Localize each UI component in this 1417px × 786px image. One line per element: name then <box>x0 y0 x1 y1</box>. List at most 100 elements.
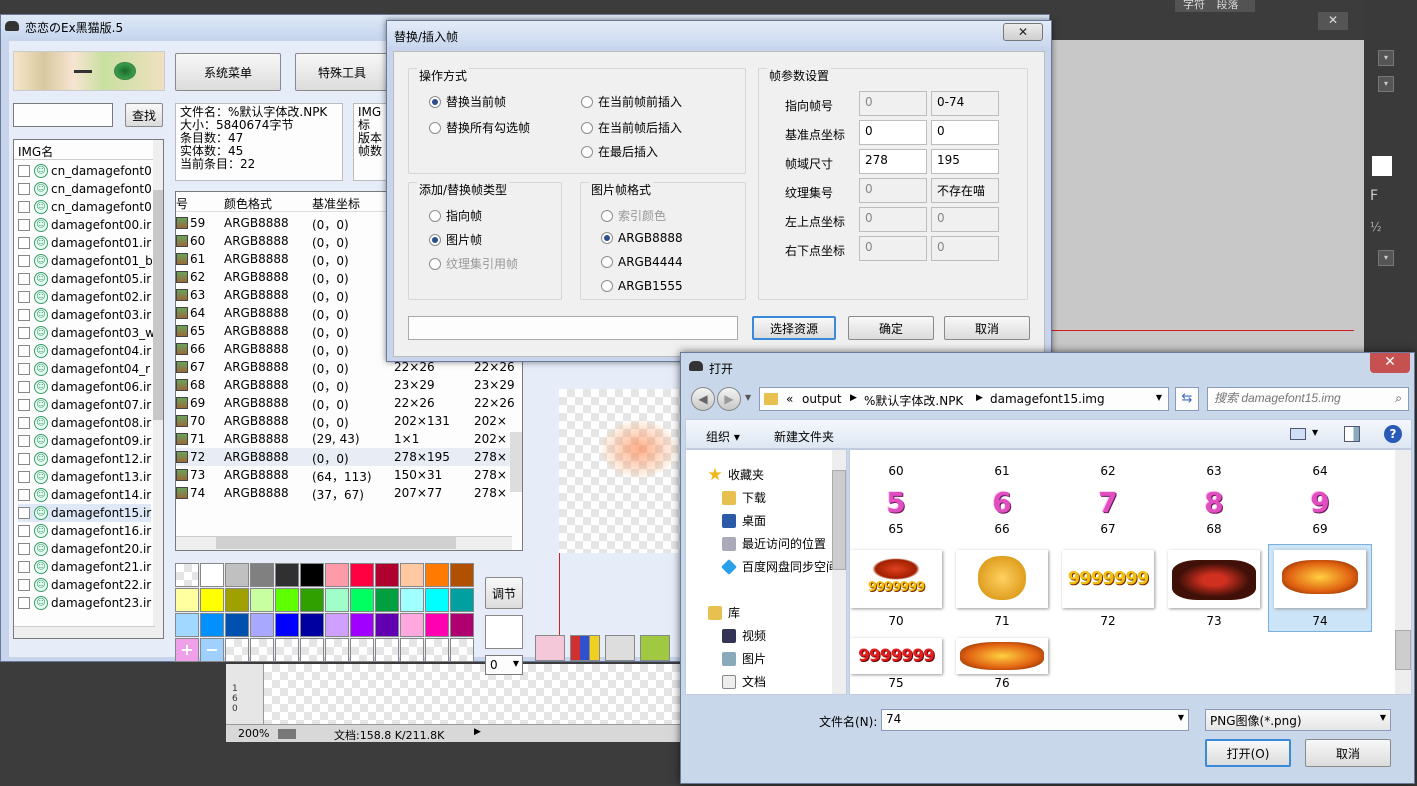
img-list-item[interactable]: ☺ damagefont07.ir <box>18 396 151 414</box>
checkbox[interactable] <box>18 183 30 195</box>
img-list-item[interactable]: ☺ damagefont04_r <box>18 360 150 378</box>
checkbox[interactable] <box>18 399 30 411</box>
checkbox[interactable] <box>18 345 30 357</box>
filename-chevron-icon[interactable]: ▼ <box>1178 713 1184 722</box>
checkbox[interactable] <box>18 453 30 465</box>
nav-favorites[interactable]: 收藏夹 <box>708 466 764 483</box>
checkbox[interactable] <box>18 543 30 555</box>
checkbox[interactable] <box>18 309 30 321</box>
digit-thumbnail[interactable]: 9 <box>1307 486 1333 520</box>
img-list-item[interactable]: ☺ damagefont09.ir <box>18 432 151 450</box>
palette-swatch[interactable] <box>325 613 349 637</box>
crumb-img[interactable]: damagefont15.img <box>990 392 1105 406</box>
checkbox[interactable] <box>18 597 30 609</box>
img-list-item[interactable]: ☺ damagefont01.ir <box>18 234 151 252</box>
filetype-select[interactable]: PNG图像(*.png) ▼ <box>1205 709 1391 731</box>
nav-documents[interactable]: 文档 <box>722 673 766 690</box>
nav-library[interactable]: 库 <box>708 604 740 621</box>
frame-hscroll[interactable] <box>176 536 512 550</box>
img-list-item[interactable]: ☺ damagefont03.ir <box>18 306 151 324</box>
checkbox[interactable] <box>18 237 30 249</box>
palette-swatch[interactable] <box>250 613 274 637</box>
checkbox[interactable] <box>18 201 30 213</box>
palette-empty-swatch[interactable] <box>425 638 449 662</box>
checkbox[interactable] <box>18 273 30 285</box>
frame-row[interactable]: 69 ARGB8888 (0，0) 22×26 22×26 <box>176 394 521 412</box>
img-list-item[interactable]: ☺ damagefont04.ir <box>18 342 151 360</box>
img-list-item[interactable]: ☺ damagefont16.ir <box>18 522 151 540</box>
ps-dropdown-2[interactable]: ▾ <box>1378 76 1394 92</box>
palette-empty-swatch[interactable] <box>350 638 374 662</box>
digit-thumbnail[interactable]: 8 <box>1201 486 1227 520</box>
checkbox[interactable] <box>18 219 30 231</box>
view-mode-icon[interactable] <box>1290 428 1306 440</box>
digit-thumbnail[interactable] <box>883 450 909 460</box>
img-list-item[interactable]: ☺ damagefont14.ir <box>18 486 151 504</box>
frame-row[interactable]: 73 ARGB8888 (64，113) 150×31 278× <box>176 466 521 484</box>
checkbox[interactable] <box>18 489 30 501</box>
frame-row[interactable]: 72 ARGB8888 (0，0) 278×195 278× <box>176 448 521 466</box>
address-bar[interactable]: « output ▶ %默认字体改.NPK ▶ damagefont15.img… <box>759 387 1169 411</box>
img-search-input[interactable] <box>13 103 113 127</box>
img-list-item[interactable]: ☺ damagefont08.ir <box>18 414 151 432</box>
palette-swatch[interactable] <box>200 563 224 587</box>
image-thumbnail[interactable] <box>1168 550 1260 608</box>
palette-swatch[interactable] <box>425 613 449 637</box>
img-list-item[interactable]: ☺ cn_damagefont0 <box>18 162 152 180</box>
image-thumbnail[interactable] <box>956 638 1048 674</box>
palette-empty-swatch[interactable] <box>300 638 324 662</box>
img-list-item[interactable]: ☺ damagefont15.ir <box>18 504 152 522</box>
replace-close-icon[interactable]: ✕ <box>1003 23 1043 41</box>
img-list-item[interactable]: ☺ cn_damagefont0 <box>18 198 152 216</box>
checkbox[interactable] <box>18 417 30 429</box>
palette-swatch[interactable] <box>175 588 199 612</box>
palette-add-icon[interactable]: + <box>175 638 199 662</box>
nav-baidu[interactable]: 百度网盘同步空间 <box>721 558 838 575</box>
checkbox[interactable] <box>18 579 30 591</box>
help-icon[interactable]: ? <box>1384 425 1402 443</box>
digit-thumbnail[interactable] <box>1201 450 1227 460</box>
image-thumbnail[interactable] <box>956 550 1048 608</box>
zoom-select[interactable]: 0 ▼ <box>485 655 523 675</box>
ps-dropdown-1[interactable]: ▾ <box>1378 50 1394 66</box>
image-thumbnail[interactable]: 9999999 <box>850 638 942 674</box>
img-list-item[interactable]: ☺ damagefont02.ir <box>18 288 151 306</box>
checkbox[interactable] <box>18 327 30 339</box>
crumb-npk[interactable]: %默认字体改.NPK <box>864 392 963 409</box>
img-list-vscroll[interactable] <box>153 140 163 638</box>
frame-vscroll[interactable] <box>510 432 522 492</box>
palette-swatch[interactable] <box>200 588 224 612</box>
img-list-header[interactable]: IMG名 <box>18 143 53 160</box>
frame-row[interactable]: 74 ARGB8888 (37，67) 207×77 278× <box>176 484 521 502</box>
palette-remove-icon[interactable]: − <box>200 638 224 662</box>
palette-empty-swatch[interactable] <box>400 638 424 662</box>
palette-swatch[interactable] <box>450 613 474 637</box>
palette-swatch[interactable] <box>375 563 399 587</box>
palette-swatch[interactable] <box>200 613 224 637</box>
palette-empty-swatch[interactable] <box>225 638 249 662</box>
type-pointer[interactable]: 指向帧 <box>429 207 482 224</box>
fmt-argb8888[interactable]: ARGB8888 <box>601 231 683 245</box>
type-image[interactable]: 图片帧 <box>429 231 482 248</box>
palette-swatch[interactable] <box>425 588 449 612</box>
img-list-item[interactable]: ☺ cn_damagefont0 <box>18 180 152 198</box>
palette-swatch[interactable] <box>400 588 424 612</box>
img-list-item[interactable]: ☺ damagefont03_w <box>18 324 155 342</box>
ps-tab-char[interactable]: 字符 <box>1183 0 1205 11</box>
palette-empty-swatch[interactable] <box>275 638 299 662</box>
refresh-icon[interactable]: ⇆ <box>1175 387 1199 411</box>
palette-empty-swatch[interactable] <box>325 638 349 662</box>
img-list-item[interactable]: ☺ damagefont23.ir <box>18 594 151 612</box>
palette-swatch[interactable] <box>350 588 374 612</box>
checkbox[interactable] <box>18 291 30 303</box>
tool-palette-icon[interactable] <box>570 635 600 661</box>
op-insert-last[interactable]: 在最后插入 <box>581 143 658 160</box>
palette-swatch[interactable] <box>250 588 274 612</box>
checkbox[interactable] <box>18 471 30 483</box>
search-button[interactable]: 查找 <box>125 103 163 127</box>
nav-downloads[interactable]: 下载 <box>722 489 766 506</box>
op-replace-current[interactable]: 替换当前帧 <box>429 93 506 110</box>
adjust-button[interactable]: 调节 <box>485 577 523 609</box>
palette-empty-swatch[interactable] <box>375 638 399 662</box>
nav-recent[interactable]: 最近访问的位置 <box>722 535 826 552</box>
